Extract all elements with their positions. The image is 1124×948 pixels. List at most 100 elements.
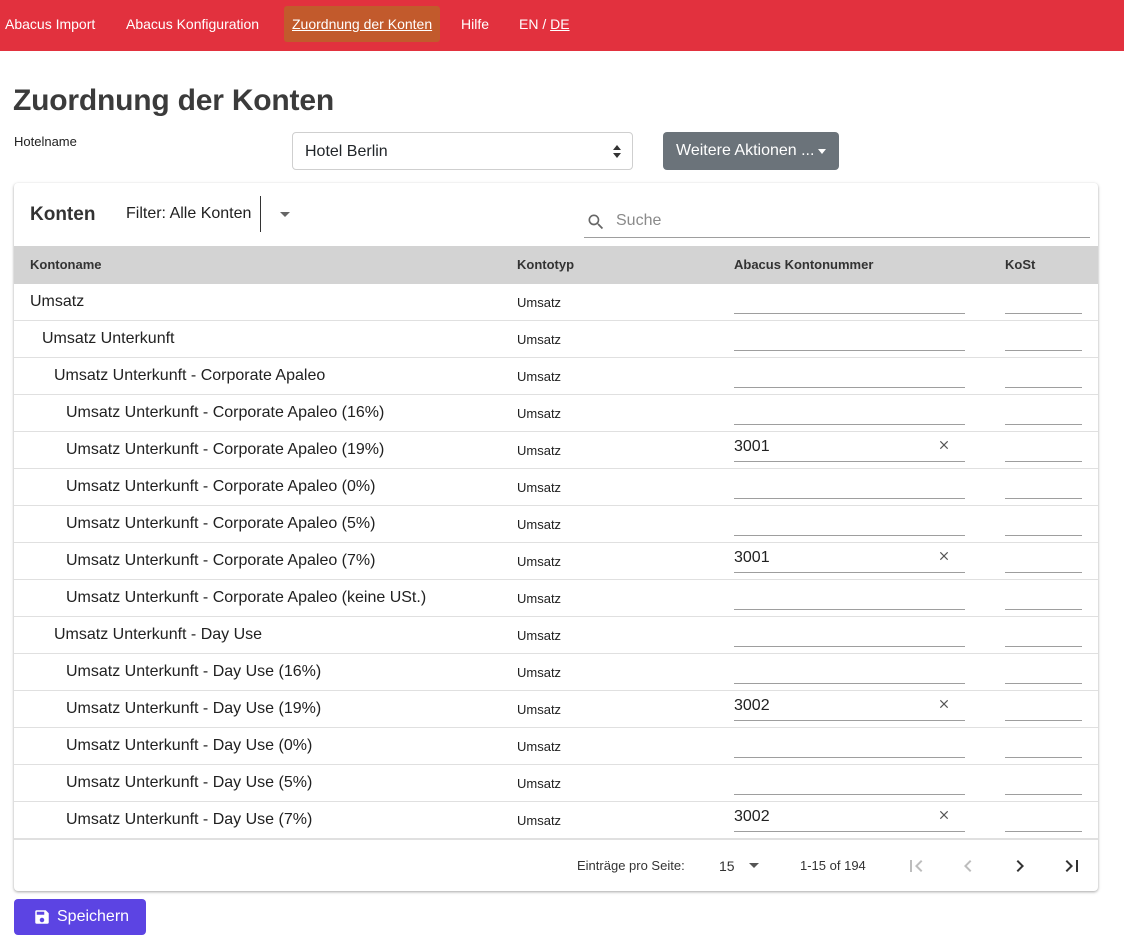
close-icon[interactable] bbox=[937, 808, 951, 822]
nav-zuordnung-der-konten[interactable]: Zuordnung der Konten bbox=[284, 6, 441, 42]
per-page-select[interactable]: 15 bbox=[719, 858, 735, 874]
kost-input[interactable] bbox=[1005, 506, 1082, 536]
account-name: Umsatz Unterkunft - Corporate Apaleo bbox=[54, 367, 326, 384]
kost-input[interactable] bbox=[1005, 469, 1082, 499]
account-type: Umsatz bbox=[517, 628, 562, 643]
table-row: Umsatz Unterkunft - Day Use Umsatz bbox=[14, 617, 1098, 654]
close-icon[interactable] bbox=[937, 438, 951, 452]
lang-en-link[interactable]: EN bbox=[519, 16, 538, 32]
abacus-account-input[interactable] bbox=[734, 580, 965, 610]
nav-abacus-import[interactable]: Abacus Import bbox=[5, 16, 95, 33]
table-header: Kontoname Kontotyp Abacus Kontonummer Ko… bbox=[14, 246, 1098, 284]
abacus-account-input[interactable] bbox=[734, 654, 965, 684]
account-type: Umsatz bbox=[517, 480, 562, 495]
lang-separator: / bbox=[542, 16, 547, 32]
close-icon[interactable] bbox=[937, 697, 951, 711]
kost-input[interactable] bbox=[1005, 765, 1082, 795]
col-kontoname[interactable]: Kontoname bbox=[30, 257, 102, 272]
table-row: Umsatz Unterkunft - Day Use (5%) Umsatz bbox=[14, 765, 1098, 802]
account-type: Umsatz bbox=[517, 406, 562, 421]
abacus-account-input[interactable] bbox=[734, 617, 965, 647]
previous-page-icon[interactable] bbox=[956, 854, 980, 878]
next-page-icon[interactable] bbox=[1008, 854, 1032, 878]
page-range: 1-15 of 194 bbox=[800, 858, 866, 873]
abacus-account-input[interactable] bbox=[734, 469, 965, 499]
hotel-select-value: Hotel Berlin bbox=[305, 143, 388, 160]
table-row: Umsatz Unterkunft Umsatz bbox=[14, 321, 1098, 358]
table-row: Umsatz Unterkunft - Corporate Apaleo (ke… bbox=[14, 580, 1098, 617]
account-name: Umsatz Unterkunft - Day Use bbox=[54, 626, 263, 643]
kost-input[interactable] bbox=[1005, 802, 1082, 832]
account-name: Umsatz Unterkunft - Corporate Apaleo (7%… bbox=[66, 552, 376, 569]
account-name: Umsatz Unterkunft bbox=[42, 330, 175, 347]
first-page-icon[interactable] bbox=[904, 854, 928, 878]
more-actions-button[interactable]: Weitere Aktionen ... bbox=[663, 132, 839, 170]
account-type: Umsatz bbox=[517, 776, 562, 791]
account-name: Umsatz Unterkunft - Day Use (5%) bbox=[66, 774, 313, 791]
account-type: Umsatz bbox=[517, 295, 562, 310]
kost-input[interactable] bbox=[1005, 691, 1082, 721]
abacus-account-input[interactable]: 3001 bbox=[734, 543, 965, 573]
abacus-account-input[interactable] bbox=[734, 284, 965, 314]
account-type: Umsatz bbox=[517, 517, 562, 532]
abacus-account-value: 3002 bbox=[734, 808, 770, 825]
kost-input[interactable] bbox=[1005, 617, 1082, 647]
table-row: Umsatz Unterkunft - Day Use (0%) Umsatz bbox=[14, 728, 1098, 765]
abacus-account-input[interactable]: 3001 bbox=[734, 432, 965, 462]
caret-down-icon bbox=[818, 149, 826, 154]
kost-input[interactable] bbox=[1005, 395, 1082, 425]
table-row: Umsatz Unterkunft - Corporate Apaleo Umsa… bbox=[14, 358, 1098, 395]
save-button[interactable]: Speichern bbox=[14, 899, 146, 935]
filter-select[interactable]: Filter: Alle Konten bbox=[126, 205, 251, 223]
kost-input[interactable] bbox=[1005, 358, 1082, 388]
abacus-account-input[interactable] bbox=[734, 506, 965, 536]
page-title: Zuordnung der Konten bbox=[13, 84, 334, 117]
nav-abacus-konfiguration[interactable]: Abacus Konfiguration bbox=[126, 16, 259, 33]
abacus-account-input[interactable]: 3002 bbox=[734, 802, 965, 832]
account-type: Umsatz bbox=[517, 591, 562, 606]
kost-input[interactable] bbox=[1005, 654, 1082, 684]
abacus-account-input[interactable]: 3002 bbox=[734, 691, 965, 721]
account-type: Umsatz bbox=[517, 813, 562, 828]
col-abacus-kontonummer[interactable]: Abacus Kontonummer bbox=[734, 257, 873, 272]
table-row: Umsatz Unterkunft - Day Use (16%) Umsatz bbox=[14, 654, 1098, 691]
kost-input[interactable] bbox=[1005, 321, 1082, 351]
table-row: Umsatz Unterkunft - Day Use (19%) Umsatz 3… bbox=[14, 691, 1098, 728]
kost-input[interactable] bbox=[1005, 543, 1082, 573]
abacus-account-input[interactable] bbox=[734, 728, 965, 758]
account-name: Umsatz Unterkunft - Day Use (7%) bbox=[66, 811, 313, 828]
account-name: Umsatz bbox=[30, 293, 85, 310]
col-kontotyp[interactable]: Kontotyp bbox=[517, 257, 574, 272]
hotel-label: Hotelname bbox=[14, 134, 77, 149]
abacus-account-input[interactable] bbox=[734, 358, 965, 388]
select-arrows-icon bbox=[613, 145, 621, 159]
search-input[interactable] bbox=[616, 210, 1076, 232]
abacus-account-input[interactable] bbox=[734, 395, 965, 425]
search-icon bbox=[588, 214, 604, 230]
abacus-account-input[interactable] bbox=[734, 321, 965, 351]
table-row: Umsatz Unterkunft - Corporate Apaleo (5%… bbox=[14, 506, 1098, 543]
abacus-account-input[interactable] bbox=[734, 765, 965, 795]
lang-de-link[interactable]: DE bbox=[550, 16, 569, 32]
save-label: Speichern bbox=[57, 908, 130, 925]
table-body: Umsatz Umsatz Umsatz Unterkunft Umsatz Umsat… bbox=[14, 284, 1098, 839]
account-name: Umsatz Unterkunft - Corporate Apaleo (ke… bbox=[66, 589, 427, 606]
chevron-down-icon[interactable] bbox=[749, 863, 759, 868]
kost-input[interactable] bbox=[1005, 580, 1082, 610]
col-kost[interactable]: KoSt bbox=[1005, 257, 1035, 272]
card-title: Konten bbox=[30, 204, 96, 225]
close-icon[interactable] bbox=[937, 549, 951, 563]
nav-hilfe[interactable]: Hilfe bbox=[461, 16, 489, 33]
kost-input[interactable] bbox=[1005, 728, 1082, 758]
last-page-icon[interactable] bbox=[1060, 854, 1084, 878]
abacus-account-value: 3001 bbox=[734, 438, 770, 455]
chevron-down-icon[interactable] bbox=[280, 212, 290, 217]
kost-input[interactable] bbox=[1005, 432, 1082, 462]
kost-input[interactable] bbox=[1005, 284, 1082, 314]
table-row: Umsatz Unterkunft - Corporate Apaleo (0%… bbox=[14, 469, 1098, 506]
abacus-account-value: 3001 bbox=[734, 549, 770, 566]
account-name: Umsatz Unterkunft - Corporate Apaleo (16… bbox=[66, 404, 385, 421]
table-pagination: Einträge pro Seite: 15 1-15 of 194 bbox=[14, 839, 1098, 891]
top-navbar: Abacus Import Abacus Konfiguration Zuord… bbox=[0, 0, 1124, 51]
hotel-select[interactable]: Hotel Berlin bbox=[292, 132, 633, 170]
